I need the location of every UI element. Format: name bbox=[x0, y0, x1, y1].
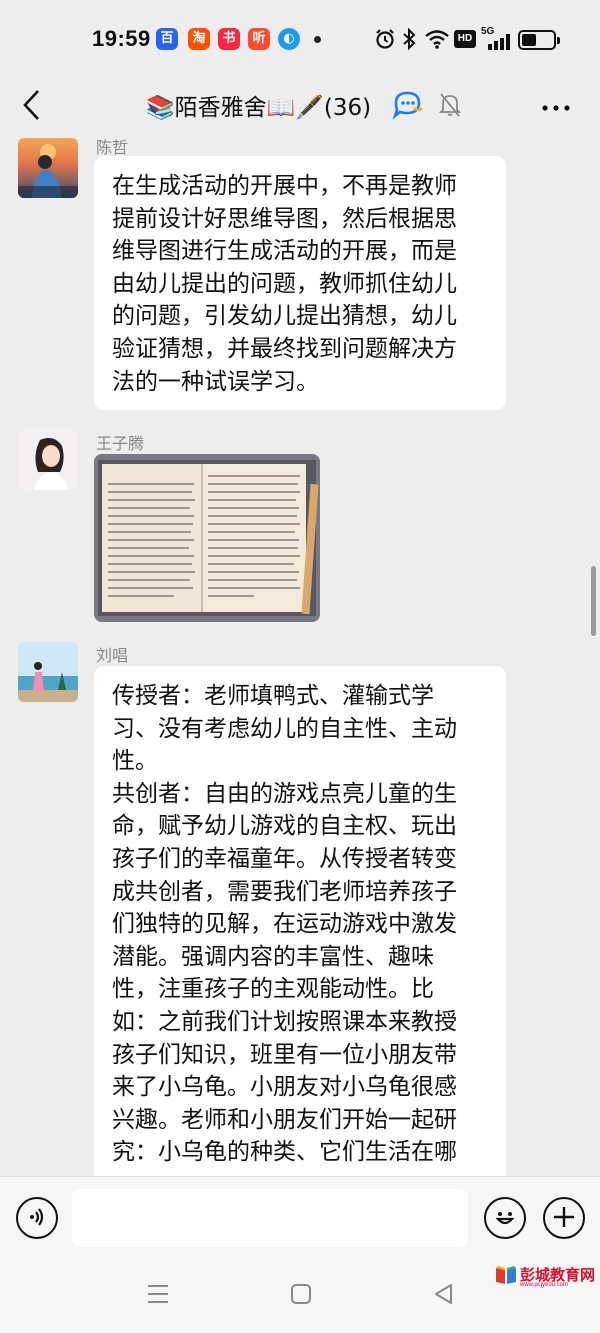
message-line: 共创者：自由的游戏点亮儿童的生 bbox=[112, 780, 457, 807]
chat-header: 📚陌香雅舍📖🖋️(36) bbox=[0, 78, 600, 134]
message-line: 提前设计好思维导图，然后根据思 bbox=[112, 205, 457, 232]
message-line: 传授者：老师填鸭式、灌输式学 bbox=[112, 683, 434, 709]
message-line: 究：小乌龟的种类、它们生活在哪 bbox=[112, 1139, 457, 1166]
plus-button[interactable] bbox=[543, 1197, 585, 1239]
more-dots-icon bbox=[542, 105, 570, 111]
handwritten-notebook-image bbox=[94, 454, 320, 622]
status-bar: 19:59 百 淘 书 听 ◐ HD 5G bbox=[0, 0, 600, 78]
back-button[interactable] bbox=[14, 84, 50, 128]
message-line: 孩子们知识，班里有一位小朋友带 bbox=[112, 1041, 457, 1068]
baidu-app-icon: 百 bbox=[156, 28, 178, 50]
browser-app-icon: ◐ bbox=[278, 28, 300, 50]
message-line: 兴趣。老师和小朋友们开始一起研 bbox=[112, 1106, 457, 1133]
avatar-image bbox=[18, 144, 78, 198]
message-line: 孩子们的幸福童年。从传授者转变 bbox=[112, 845, 457, 872]
sender-name: 刘唱 bbox=[96, 646, 129, 665]
avatar[interactable] bbox=[18, 138, 78, 198]
avatar-image bbox=[18, 430, 78, 490]
home-button[interactable] bbox=[290, 1282, 312, 1312]
message-line: 法的一种试误学习。 bbox=[112, 368, 319, 395]
input-bar bbox=[0, 1176, 600, 1260]
avatar-image bbox=[18, 642, 78, 702]
alarm-icon bbox=[376, 29, 394, 49]
more-button[interactable] bbox=[540, 86, 572, 133]
chat-scrollbar[interactable] bbox=[591, 566, 596, 636]
watermark-url: www.pcjyedu.com bbox=[520, 1282, 569, 1288]
message-line: 成共创者，需要我们老师培养孩子 bbox=[112, 878, 457, 905]
message-bubble[interactable]: 传授者：老师填鸭式、灌输式学 习、没有考虑幼儿的自主性、主动 性。 共创者：自由… bbox=[94, 666, 506, 1186]
menu-lines-icon bbox=[148, 1285, 168, 1303]
emoji-icon bbox=[495, 1212, 515, 1225]
status-time: 19:59 bbox=[92, 26, 151, 51]
chevron-left-icon bbox=[23, 90, 39, 120]
signal-icon bbox=[488, 34, 510, 50]
xiaohongshu-app-icon: 书 bbox=[218, 28, 240, 50]
message-line: 由幼儿提出的问题，教师抓住幼儿 bbox=[112, 270, 457, 297]
message-line: 如：之前我们计划按照课本来教授 bbox=[112, 1008, 457, 1035]
site-watermark: 彭城教育网 www.pcjyedu.com bbox=[494, 1264, 596, 1288]
avatar[interactable] bbox=[18, 642, 78, 702]
message-line: 验证猜想，并最终找到问题解决方 bbox=[112, 335, 457, 362]
message-line: 性。 bbox=[112, 748, 158, 775]
ting-app-icon: 听 bbox=[248, 28, 270, 50]
voice-button[interactable] bbox=[16, 1197, 58, 1239]
message-line: 们独特的见解，在运动游戏中激发 bbox=[112, 911, 457, 938]
header-status-icons bbox=[392, 88, 462, 122]
message-bubble[interactable]: 在生成活动的开展中，不再是教师 提前设计好思维导图，然后根据思 维导图进行生成活… bbox=[94, 156, 506, 411]
hd-badge: HD bbox=[454, 30, 476, 48]
square-icon bbox=[291, 1284, 311, 1304]
sender-name: 陈哲 bbox=[96, 138, 129, 157]
taobao-app-icon: 淘 bbox=[188, 28, 210, 50]
battery-icon bbox=[518, 30, 560, 50]
message-line: 潜能。强调内容的丰富性、趣味 bbox=[112, 943, 434, 970]
wifi-icon bbox=[425, 30, 449, 49]
bluetooth-icon bbox=[403, 28, 416, 50]
recent-apps-button[interactable] bbox=[146, 1282, 170, 1313]
message-line: 的问题，引发幼儿提出猜想，幼儿 bbox=[112, 303, 457, 330]
battery-level-fill bbox=[522, 34, 536, 46]
chat-title[interactable]: 📚陌香雅舍📖🖋️(36) bbox=[146, 88, 371, 122]
message-line: 维导图进行生成活动的开展，而是 bbox=[112, 238, 457, 265]
chat-bubble-icon bbox=[392, 91, 424, 120]
message-line: 来了小乌龟。小朋友对小乌龟很感 bbox=[112, 1074, 457, 1101]
message-line: 命，赋予幼儿游戏的自主权、玩出 bbox=[112, 813, 457, 840]
voice-icon bbox=[30, 1208, 44, 1226]
message-line: 在生成活动的开展中，不再是教师 bbox=[112, 173, 457, 199]
book-logo-icon bbox=[496, 1266, 516, 1284]
avatar[interactable] bbox=[18, 430, 78, 490]
message-line: 性，注重孩子的主观能动性。比 bbox=[112, 976, 434, 1003]
message-input[interactable] bbox=[72, 1189, 468, 1247]
emoji-button[interactable] bbox=[484, 1197, 526, 1239]
message-line: 习、没有考虑幼儿的自主性、主动 bbox=[112, 715, 457, 742]
back-nav-button[interactable] bbox=[432, 1282, 454, 1313]
notification-dot-icon bbox=[314, 36, 321, 43]
triangle-back-icon bbox=[435, 1284, 452, 1304]
plus-icon bbox=[554, 1207, 574, 1227]
notebook-photo[interactable] bbox=[94, 454, 320, 622]
mute-bell-icon bbox=[438, 93, 462, 117]
sender-name: 王子腾 bbox=[96, 434, 145, 453]
